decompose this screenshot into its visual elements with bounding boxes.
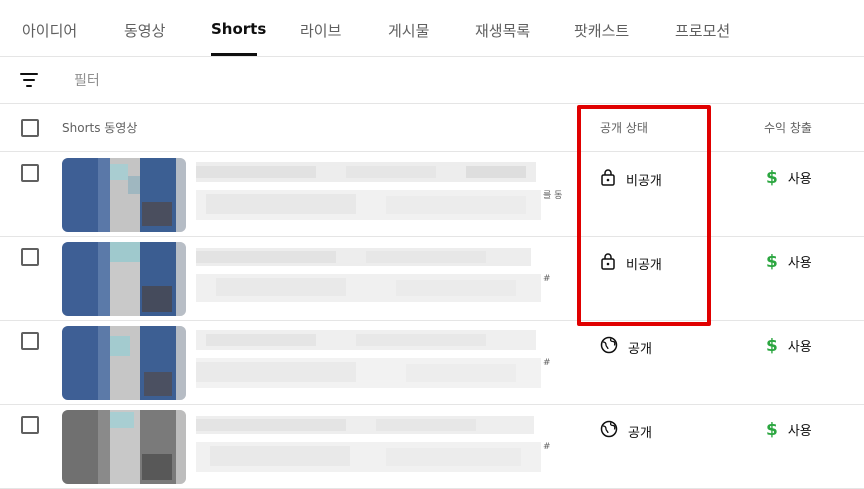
monetization-label: 사용	[787, 340, 812, 355]
tab-videos[interactable]: 동영상	[124, 20, 165, 41]
visibility-cell[interactable]: 공개	[600, 420, 652, 442]
visibility-label: 공개	[628, 425, 652, 441]
monetization-label: 사용	[787, 256, 812, 271]
tab-shorts[interactable]: Shorts	[211, 20, 266, 38]
table-row: # 공개 $ 사용	[0, 320, 864, 405]
row-checkbox[interactable]	[21, 332, 39, 350]
table-row: # 공개 $ 사용	[0, 404, 864, 489]
row-checkbox[interactable]	[21, 416, 39, 434]
truncated-text: #	[543, 274, 551, 284]
truncated-text: #	[543, 358, 551, 368]
lock-icon	[600, 168, 616, 190]
tab-posts[interactable]: 게시물	[388, 20, 429, 41]
video-title-pixelated[interactable]	[196, 320, 546, 404]
filter-bar: 필터	[0, 56, 864, 104]
tab-podcasts[interactable]: 팟캐스트	[574, 20, 629, 41]
column-header-video[interactable]: Shorts 동영상	[62, 119, 137, 136]
table-header: Shorts 동영상 공개 상태 수익 창출	[0, 104, 864, 152]
row-checkbox[interactable]	[21, 164, 39, 182]
tab-playlists[interactable]: 재생목록	[475, 20, 530, 41]
globe-icon	[600, 336, 618, 358]
monetization-cell[interactable]: $ 사용	[766, 252, 812, 271]
video-thumbnail[interactable]	[62, 326, 186, 400]
video-title-pixelated[interactable]	[196, 236, 546, 320]
visibility-cell[interactable]: 공개	[600, 336, 652, 358]
monetization-cell[interactable]: $ 사용	[766, 420, 812, 439]
select-all-checkbox[interactable]	[21, 119, 39, 137]
monetization-cell[interactable]: $ 사용	[766, 336, 812, 355]
video-thumbnail[interactable]	[62, 158, 186, 232]
tab-promotions[interactable]: 프로모션	[675, 20, 730, 41]
dollar-icon: $	[766, 251, 778, 272]
visibility-cell[interactable]: 비공개	[600, 168, 662, 190]
truncated-text: #	[543, 442, 551, 452]
truncated-text: 를 동	[543, 191, 563, 201]
filter-input[interactable]: 필터	[74, 70, 374, 90]
video-title-pixelated[interactable]	[196, 152, 546, 236]
table-row: 를 동 비공개 $ 사용	[0, 152, 864, 237]
column-header-visibility[interactable]: 공개 상태	[600, 119, 648, 136]
visibility-label: 공개	[628, 341, 652, 357]
dollar-icon: $	[766, 335, 778, 356]
table-row: # 비공개 $ 사용	[0, 236, 864, 321]
visibility-label: 비공개	[626, 173, 662, 189]
tab-live[interactable]: 라이브	[300, 20, 341, 41]
row-checkbox[interactable]	[21, 248, 39, 266]
video-title-pixelated[interactable]	[196, 404, 546, 488]
monetization-label: 사용	[787, 172, 812, 187]
filter-icon[interactable]	[20, 70, 40, 88]
column-header-monetization[interactable]: 수익 창출	[764, 119, 812, 136]
monetization-cell[interactable]: $ 사용	[766, 168, 812, 187]
visibility-cell[interactable]: 비공개	[600, 252, 662, 274]
video-thumbnail[interactable]	[62, 410, 186, 484]
visibility-label: 비공개	[626, 257, 662, 273]
dollar-icon: $	[766, 419, 778, 440]
monetization-label: 사용	[787, 424, 812, 439]
dollar-icon: $	[766, 167, 778, 188]
tab-ideas[interactable]: 아이디어	[22, 20, 77, 41]
video-thumbnail[interactable]	[62, 242, 186, 316]
lock-icon	[600, 252, 616, 274]
content-tabs: 아이디어 동영상 Shorts 라이브 게시물 재생목록 팟캐스트 프로모션	[0, 0, 864, 57]
globe-icon	[600, 420, 618, 442]
